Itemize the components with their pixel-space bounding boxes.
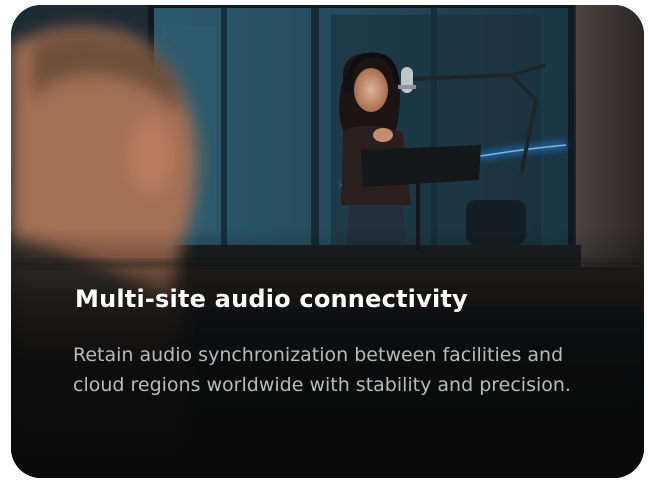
card-description: Retain audio synchronization between fac…: [73, 344, 571, 396]
feature-card: Multi-site audio connectivity Retain aud…: [11, 5, 644, 478]
card-title: Multi-site audio connectivity: [75, 285, 468, 313]
